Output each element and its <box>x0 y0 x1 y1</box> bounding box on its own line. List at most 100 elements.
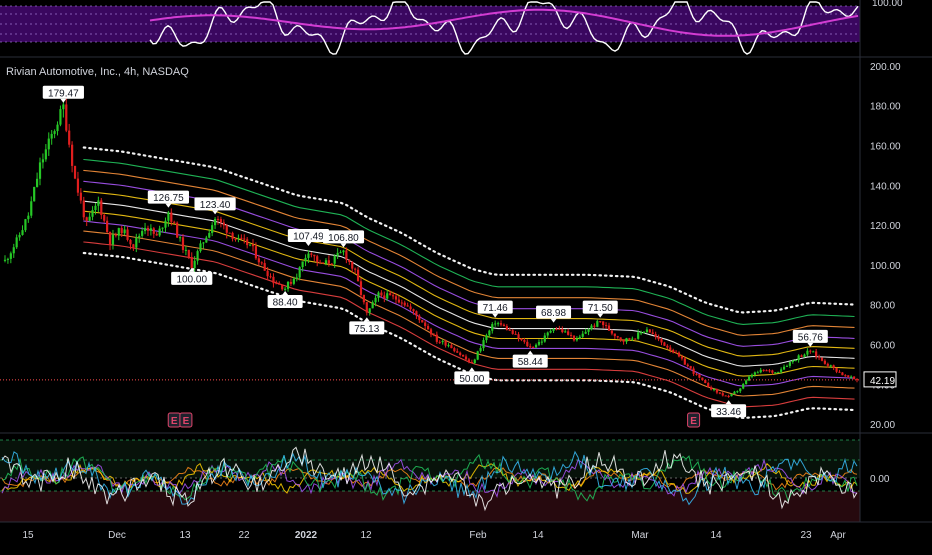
candle-body <box>129 239 132 245</box>
candle <box>65 98 68 133</box>
candle <box>30 196 33 219</box>
price-chart[interactable]: 179.47 126.75 123.40 100.00 88.40 107.49 106.8… <box>0 0 932 550</box>
candle-body <box>660 339 663 343</box>
candle-body <box>117 228 120 236</box>
candle <box>532 346 535 349</box>
candle-body <box>467 359 471 363</box>
candle <box>196 249 199 265</box>
price-label: 50.00 <box>454 367 490 385</box>
candle <box>97 196 100 212</box>
candle-body <box>759 369 762 373</box>
earnings-marker-label: E <box>171 416 178 427</box>
candle <box>537 339 541 347</box>
candle-body <box>394 296 398 300</box>
price-label-pointer <box>550 318 557 323</box>
candle-body <box>482 340 485 349</box>
candle <box>44 144 47 162</box>
price-label-text: 123.40 <box>200 200 231 211</box>
candle <box>173 220 176 224</box>
candle <box>768 368 771 373</box>
candle <box>823 359 827 365</box>
candle <box>803 353 806 358</box>
price-label-text: 33.46 <box>716 407 741 418</box>
candle <box>464 354 468 361</box>
candle-body <box>184 249 188 251</box>
y-tick-label: 160.00 <box>870 142 901 153</box>
price-label-pointer <box>165 203 172 208</box>
price-label-text: 56.76 <box>798 332 823 343</box>
candle <box>569 332 573 339</box>
x-tick-label: 14 <box>532 530 544 541</box>
candle <box>135 233 138 253</box>
candle-body <box>680 356 684 359</box>
candle-body <box>73 165 77 179</box>
candle-body <box>21 230 24 235</box>
candle-body <box>470 362 473 364</box>
candle <box>181 234 185 254</box>
last-price-tag-text: 42.19 <box>870 376 895 387</box>
candle <box>272 273 275 288</box>
candle <box>421 319 424 323</box>
candle-body <box>590 325 593 330</box>
candle <box>82 196 85 221</box>
candle-body <box>604 325 608 327</box>
candle-body <box>91 209 94 217</box>
candle-body <box>333 255 336 264</box>
price-label-text: 88.40 <box>273 297 298 308</box>
candle <box>852 376 856 380</box>
candle-body <box>809 350 812 352</box>
candle-body <box>257 258 260 263</box>
candle <box>844 374 847 377</box>
candle <box>797 354 800 363</box>
candle-body <box>613 333 616 337</box>
candle <box>126 226 129 242</box>
y-tick-label: 120.00 <box>870 221 901 232</box>
candle <box>260 261 263 266</box>
candle <box>505 324 508 331</box>
candle-body <box>272 276 275 284</box>
candle-body <box>850 376 853 378</box>
candle <box>470 359 473 364</box>
candle <box>759 367 762 374</box>
candle <box>56 121 59 136</box>
candle-body <box>733 391 736 394</box>
candle <box>18 232 21 241</box>
candle-body <box>342 250 345 253</box>
candle <box>143 222 147 235</box>
candle <box>213 217 217 230</box>
candle <box>654 331 657 340</box>
candle <box>602 321 605 329</box>
candle <box>184 246 188 256</box>
candle <box>76 171 80 196</box>
x-tick-label: 14 <box>710 530 722 541</box>
candle <box>724 395 727 397</box>
candle <box>400 299 403 307</box>
candle-body <box>602 321 605 326</box>
x-tick-label: 22 <box>238 530 250 541</box>
candle-body <box>747 376 751 381</box>
candle-body <box>782 366 786 370</box>
candle-body <box>30 201 33 216</box>
candle <box>304 254 307 267</box>
candle <box>572 335 576 342</box>
candle <box>286 281 290 292</box>
price-label-text: 68.98 <box>541 308 566 319</box>
candle <box>424 320 427 330</box>
candle <box>625 337 628 345</box>
candle-body <box>502 324 506 327</box>
candle <box>342 249 345 256</box>
candle-body <box>132 244 135 248</box>
candle-body <box>730 393 733 397</box>
candle-body <box>327 260 330 264</box>
candle <box>339 250 342 254</box>
candle-body <box>222 222 225 226</box>
candle-body <box>645 329 649 333</box>
candle-body <box>324 260 328 264</box>
candle-body <box>505 326 508 330</box>
candle-body <box>62 104 65 110</box>
candle <box>202 241 205 249</box>
candle-body <box>485 335 488 341</box>
candle-body <box>38 162 42 179</box>
candle <box>178 235 182 242</box>
candle <box>108 231 112 251</box>
